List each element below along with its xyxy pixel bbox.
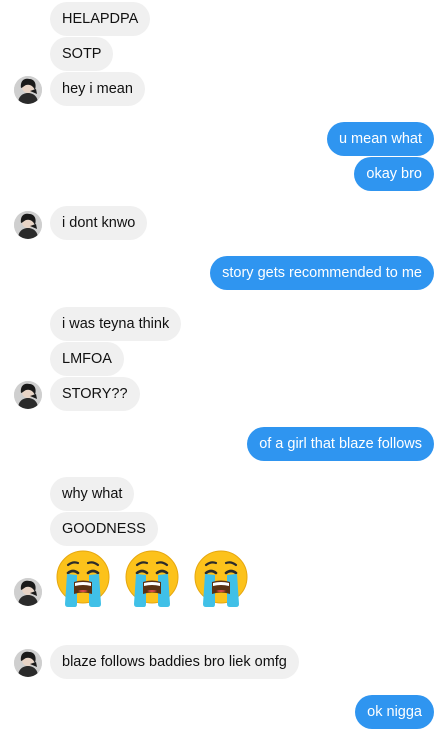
message-row: okay bro: [0, 157, 446, 191]
avatar[interactable]: [14, 578, 42, 606]
outgoing-message-bubble[interactable]: okay bro: [354, 157, 434, 191]
avatar[interactable]: [14, 211, 42, 239]
message-row: LMFOA: [0, 342, 446, 376]
avatar[interactable]: [14, 76, 42, 104]
avatar-image: [14, 211, 42, 239]
message-row: i dont knwo: [0, 206, 446, 240]
avatar-image: [14, 381, 42, 409]
incoming-message-bubble[interactable]: GOODNESS: [50, 512, 158, 546]
message-row: HELAPDPA: [0, 2, 446, 36]
loudly-crying-face-icon[interactable]: [193, 550, 249, 608]
message-row: hey i mean: [0, 72, 446, 106]
avatar-image: [14, 76, 42, 104]
incoming-message-bubble[interactable]: SOTP: [50, 37, 114, 71]
message-row: story gets recommended to me: [0, 256, 446, 290]
outgoing-message-bubble[interactable]: u mean what: [326, 122, 434, 156]
avatar[interactable]: [14, 381, 42, 409]
incoming-message-bubble[interactable]: hey i mean: [50, 72, 145, 106]
outgoing-message-bubble[interactable]: of a girl that blaze follows: [247, 427, 434, 461]
loudly-crying-face-icon[interactable]: [124, 550, 180, 608]
avatar[interactable]: [14, 649, 42, 677]
incoming-message-bubble[interactable]: why what: [50, 477, 135, 511]
loudly-crying-face-icon[interactable]: [55, 550, 111, 608]
incoming-message-bubble[interactable]: LMFOA: [50, 342, 124, 376]
incoming-message-bubble[interactable]: blaze follows baddies bro liek omfg: [50, 645, 299, 679]
outgoing-message-bubble[interactable]: story gets recommended to me: [210, 256, 434, 290]
message-row: STORY??: [0, 377, 446, 411]
emoji-message-row: [0, 550, 446, 612]
message-row: ok nigga: [0, 695, 446, 729]
message-row: u mean what: [0, 122, 446, 156]
incoming-message-bubble[interactable]: i dont knwo: [50, 206, 148, 240]
message-row: blaze follows baddies bro liek omfg: [0, 645, 446, 679]
message-row: GOODNESS: [0, 512, 446, 546]
message-row: SOTP: [0, 37, 446, 71]
incoming-message-bubble[interactable]: HELAPDPA: [50, 2, 151, 36]
message-row: i was teyna think: [0, 307, 446, 341]
message-row: of a girl that blaze follows: [0, 427, 446, 461]
message-row: why what: [0, 477, 446, 511]
incoming-message-bubble[interactable]: i was teyna think: [50, 307, 182, 341]
outgoing-message-bubble[interactable]: ok nigga: [355, 695, 434, 729]
avatar-image: [14, 649, 42, 677]
avatar-image: [14, 578, 42, 606]
incoming-message-bubble[interactable]: STORY??: [50, 377, 140, 411]
